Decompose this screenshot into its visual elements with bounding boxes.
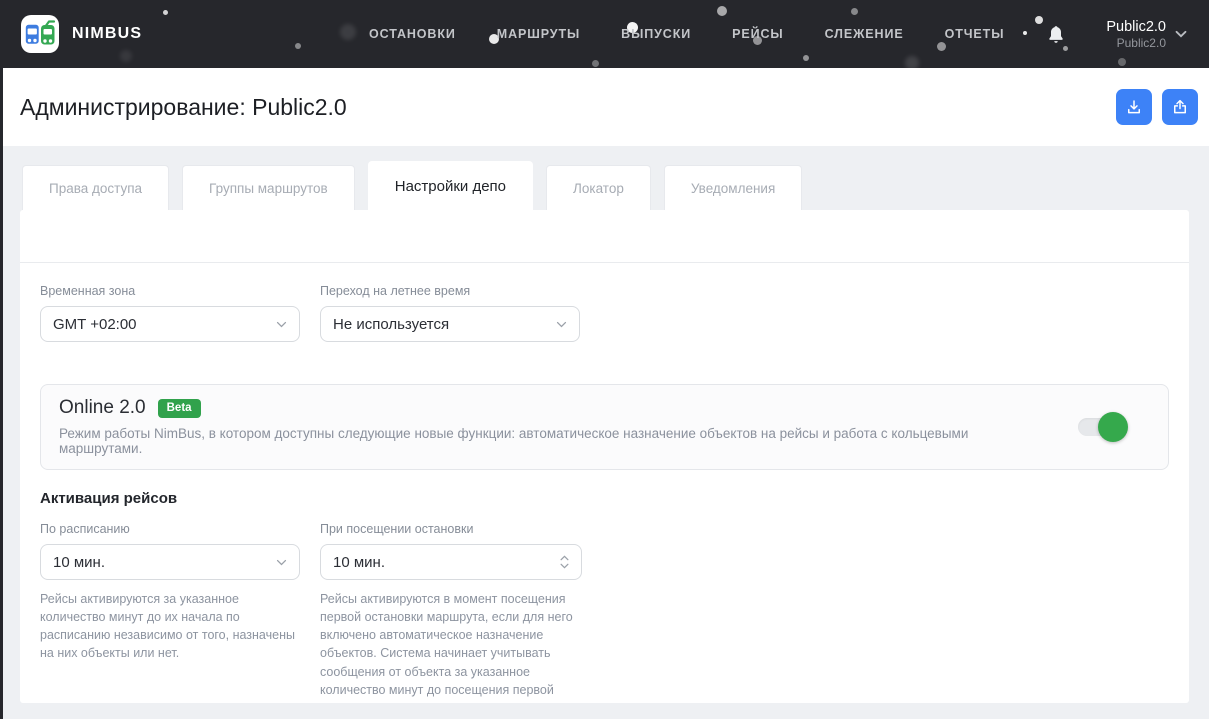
depot-settings-panel: Временная зона GMT +02:00 Переход на лет… (20, 210, 1189, 703)
online20-card: Online 2.0 Beta Режим работы NimBus, в к… (40, 384, 1169, 470)
timezone-value: GMT +02:00 (53, 316, 137, 333)
by-stop-visit-field: При посещении остановки 10 мин. Рейсы ак… (320, 522, 582, 703)
upload-icon (1171, 98, 1189, 116)
decorative-dot (163, 10, 168, 15)
online20-title: Online 2.0 (59, 397, 146, 419)
nav-item-routes[interactable]: МАРШРУТЫ (497, 27, 580, 41)
stepper-up-icon[interactable] (560, 555, 569, 561)
brand-name: NIMBUS (72, 25, 142, 43)
nav-item-rides[interactable]: ВЫПУСКИ (621, 27, 691, 41)
by-schedule-label: По расписанию (40, 522, 300, 536)
tab-access-rights[interactable]: Права доступа (22, 165, 169, 210)
tab-notifications[interactable]: Уведомления (664, 165, 802, 210)
chevron-down-icon (276, 321, 287, 328)
online20-title-row: Online 2.0 Beta (59, 397, 1054, 419)
panel-body: Временная зона GMT +02:00 Переход на лет… (20, 263, 1189, 703)
notifications-button[interactable] (1046, 23, 1066, 45)
export-button[interactable] (1162, 89, 1198, 125)
chevron-down-icon (1175, 30, 1187, 38)
decorative-dot (340, 24, 356, 40)
decorative-dot (803, 55, 809, 61)
trip-activation-row: По расписанию 10 мин. Рейсы активируются… (40, 522, 1169, 703)
bus-tram-logo-icon (20, 14, 60, 54)
account-org: Public2.0 (1106, 36, 1166, 50)
by-stop-visit-input[interactable]: 10 мин. (320, 544, 582, 580)
timezone-select[interactable]: GMT +02:00 (40, 306, 300, 342)
account-name: Public2.0 (1106, 18, 1166, 36)
tab-route-groups[interactable]: Группы маршрутов (182, 165, 355, 210)
chevron-down-icon (276, 559, 287, 566)
by-stop-visit-value: 10 мин. (333, 554, 385, 571)
nav-item-tracking[interactable]: СЛЕЖЕНИЕ (825, 27, 904, 41)
decorative-dot (717, 6, 727, 16)
online20-info: Online 2.0 Beta Режим работы NimBus, в к… (59, 397, 1054, 456)
by-stop-visit-label: При посещении остановки (320, 522, 582, 536)
decorative-dot (851, 8, 858, 15)
nav-item-trips[interactable]: РЕЙСЫ (732, 27, 783, 41)
decorative-dot (905, 56, 919, 68)
stepper-arrows[interactable] (560, 555, 569, 569)
dst-select[interactable]: Не используется (320, 306, 580, 342)
timezone-row: Временная зона GMT +02:00 Переход на лет… (40, 284, 1169, 342)
online20-description: Режим работы NimBus, в котором доступны … (59, 426, 1054, 456)
by-schedule-value: 10 мин. (53, 554, 105, 571)
toggle-knob (1098, 412, 1128, 442)
decorative-dot (937, 42, 946, 51)
by-schedule-select[interactable]: 10 мин. (40, 544, 300, 580)
dst-label: Переход на летнее время (320, 284, 580, 298)
beta-badge: Beta (158, 399, 201, 418)
stepper-down-icon[interactable] (560, 563, 569, 569)
tab-bar: Права доступа Группы маршрутов Настройки… (0, 146, 1209, 210)
header-actions (1116, 89, 1198, 125)
decorative-dot (1023, 31, 1027, 35)
chevron-down-icon (556, 321, 567, 328)
decorative-dot (295, 43, 301, 49)
dst-value: Не используется (333, 316, 449, 333)
bell-icon (1046, 23, 1066, 45)
by-schedule-help: Рейсы активируются за указанное количест… (40, 590, 300, 663)
trip-activation-title: Активация рейсов (40, 490, 1169, 507)
decorative-dot (1035, 16, 1043, 24)
download-icon (1125, 98, 1143, 116)
decorative-dot (1063, 46, 1068, 51)
tab-locator[interactable]: Локатор (546, 165, 651, 210)
main-nav: ОСТАНОВКИ МАРШРУТЫ ВЫПУСКИ РЕЙСЫ СЛЕЖЕНИ… (369, 27, 1004, 41)
import-button[interactable] (1116, 89, 1152, 125)
window-left-edge (0, 0, 3, 719)
by-stop-visit-help: Рейсы активируются в момент посещения пе… (320, 590, 582, 703)
timezone-label: Временная зона (40, 284, 300, 298)
panel-top-strip (20, 210, 1189, 263)
nav-item-stops[interactable]: ОСТАНОВКИ (369, 27, 456, 41)
decorative-dot (1118, 58, 1126, 66)
page-title: Администрирование: Public2.0 (20, 94, 347, 121)
online20-toggle[interactable] (1078, 418, 1124, 436)
page-header: Администрирование: Public2.0 (0, 68, 1209, 146)
decorative-dot (592, 60, 599, 67)
account-text: Public2.0 Public2.0 (1106, 18, 1166, 50)
by-schedule-field: По расписанию 10 мин. Рейсы активируются… (40, 522, 300, 703)
timezone-field: Временная зона GMT +02:00 (40, 284, 300, 342)
dst-field: Переход на летнее время Не используется (320, 284, 580, 342)
tab-depot-settings[interactable]: Настройки депо (368, 161, 533, 210)
nav-item-reports[interactable]: ОТЧЕТЫ (945, 27, 1005, 41)
brand[interactable]: NIMBUS (20, 14, 142, 54)
account-menu[interactable]: Public2.0 Public2.0 (1106, 18, 1187, 50)
top-navbar: NIMBUS ОСТАНОВКИ МАРШРУТЫ ВЫПУСКИ РЕЙСЫ … (0, 0, 1209, 68)
